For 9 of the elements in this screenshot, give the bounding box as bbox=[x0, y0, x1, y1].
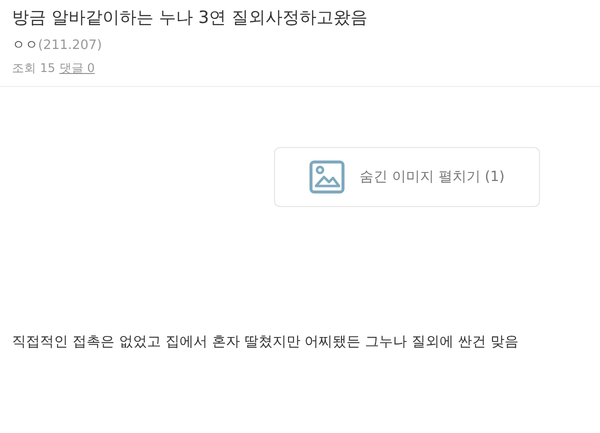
image-icon bbox=[309, 160, 346, 194]
author-name: ㅇㅇ bbox=[12, 38, 38, 54]
post-title: 방금 알바같이하는 누나 3연 질외사정하고왔음 bbox=[12, 7, 368, 30]
views-count: 15 bbox=[40, 60, 56, 76]
show-hidden-image-button[interactable]: 숨긴 이미지 펼치기 (1) bbox=[274, 147, 540, 207]
post-body: 직접적인 접촉은 없었고 집에서 혼자 딸쳤지만 어찌됐든 그누나 질외에 싼건 맞음 bbox=[11, 333, 520, 351]
comments-link[interactable]: 댓글 0 bbox=[59, 60, 95, 76]
author-ip: (211.207) bbox=[38, 38, 102, 54]
views-label: 조회 bbox=[12, 60, 36, 76]
